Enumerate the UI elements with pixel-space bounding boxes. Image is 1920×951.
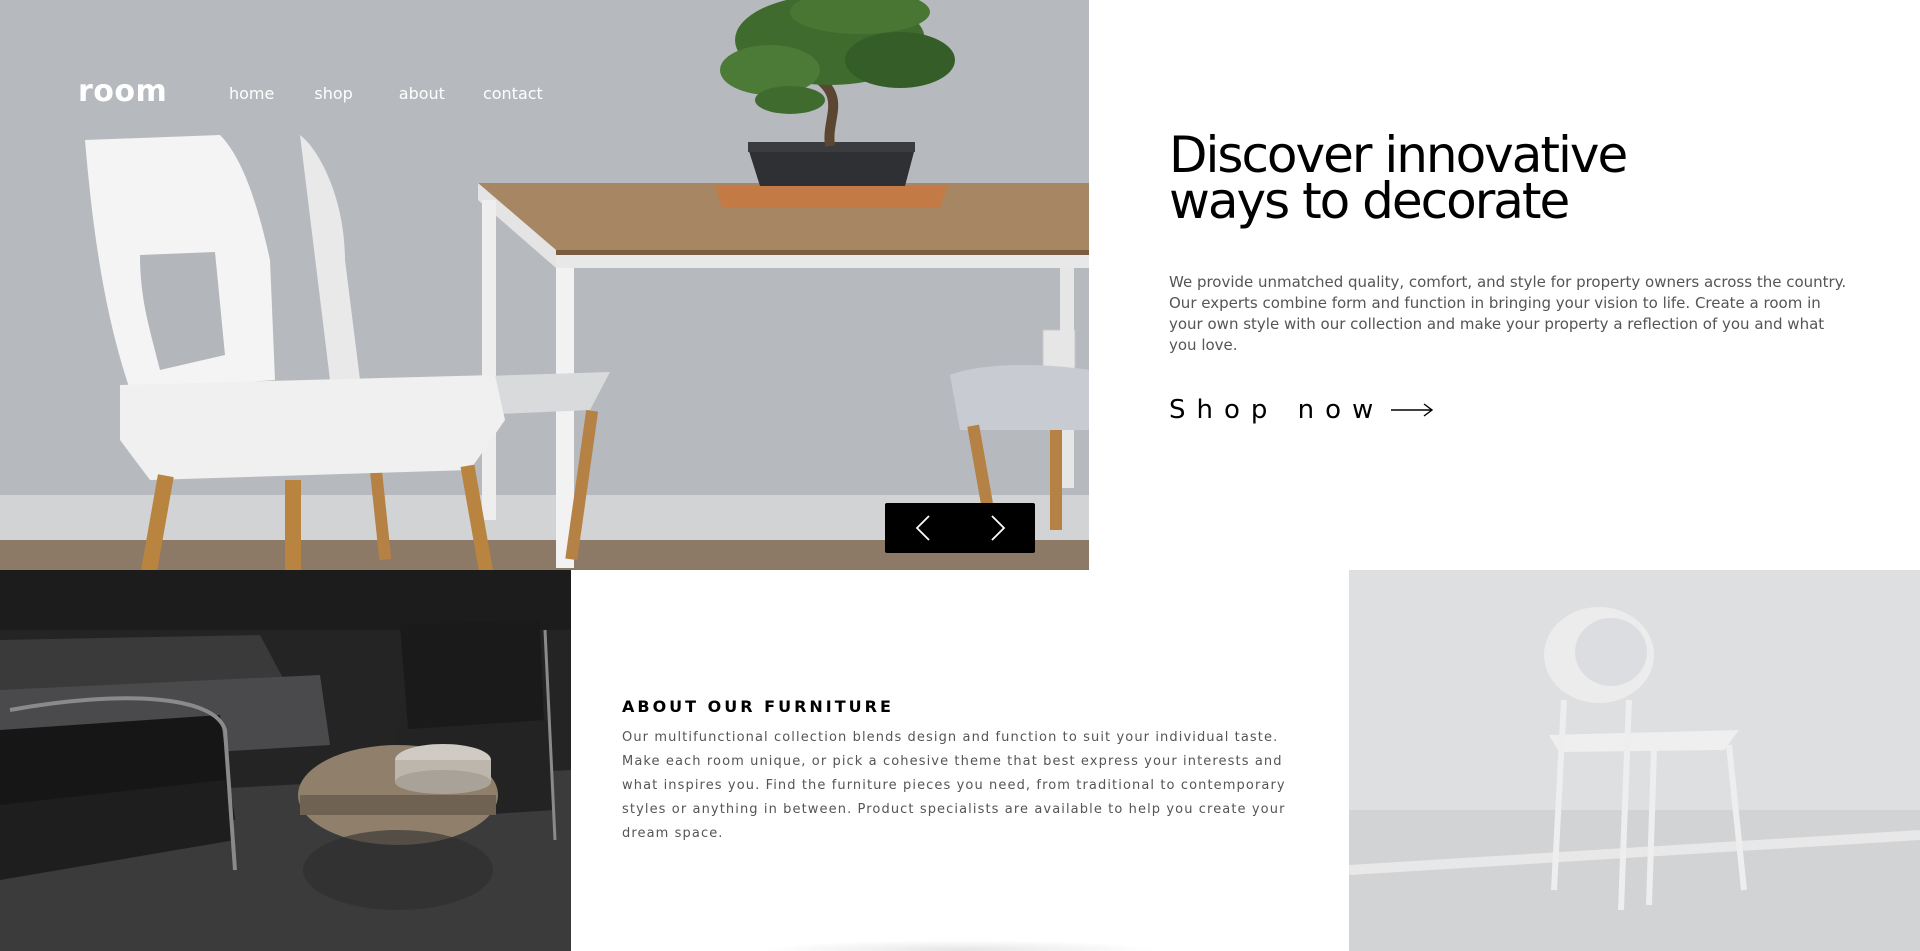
white-chair-illustration [1349,570,1920,951]
nav-item-contact[interactable]: contact [483,84,543,103]
slider-next-button[interactable] [960,503,1035,553]
chevron-left-icon [915,515,930,541]
dark-furniture-image [0,570,571,951]
hero-title-line-2: ways to decorate [1169,172,1570,230]
light-chair-image [1349,570,1920,951]
shop-now-button[interactable]: Shop now [1169,395,1434,425]
nav-item-about[interactable]: about [399,84,445,103]
shop-now-label: Shop now [1169,395,1385,425]
nav-item-home[interactable]: home [229,84,274,103]
hero-description: We provide unmatched quality, comfort, a… [1169,273,1847,354]
card-shadow [760,940,1160,951]
brand-logo[interactable]: room [78,74,167,109]
nav-item-shop[interactable]: shop [314,84,352,103]
hero-title: Discover innovative ways to decorate [1169,130,1729,226]
main-nav: home shop about contact [229,84,543,103]
page: room home shop about contact Discover in… [0,0,1920,951]
slider-controls [885,503,1035,553]
arrow-right-icon [1391,403,1434,417]
about-heading: ABOUT OUR FURNITURE [622,697,894,716]
about-text: Our multifunctional collection blends de… [622,730,1286,841]
chevron-right-icon [990,515,1005,541]
dark-room-illustration [0,570,571,951]
slider-prev-button[interactable] [885,503,960,553]
